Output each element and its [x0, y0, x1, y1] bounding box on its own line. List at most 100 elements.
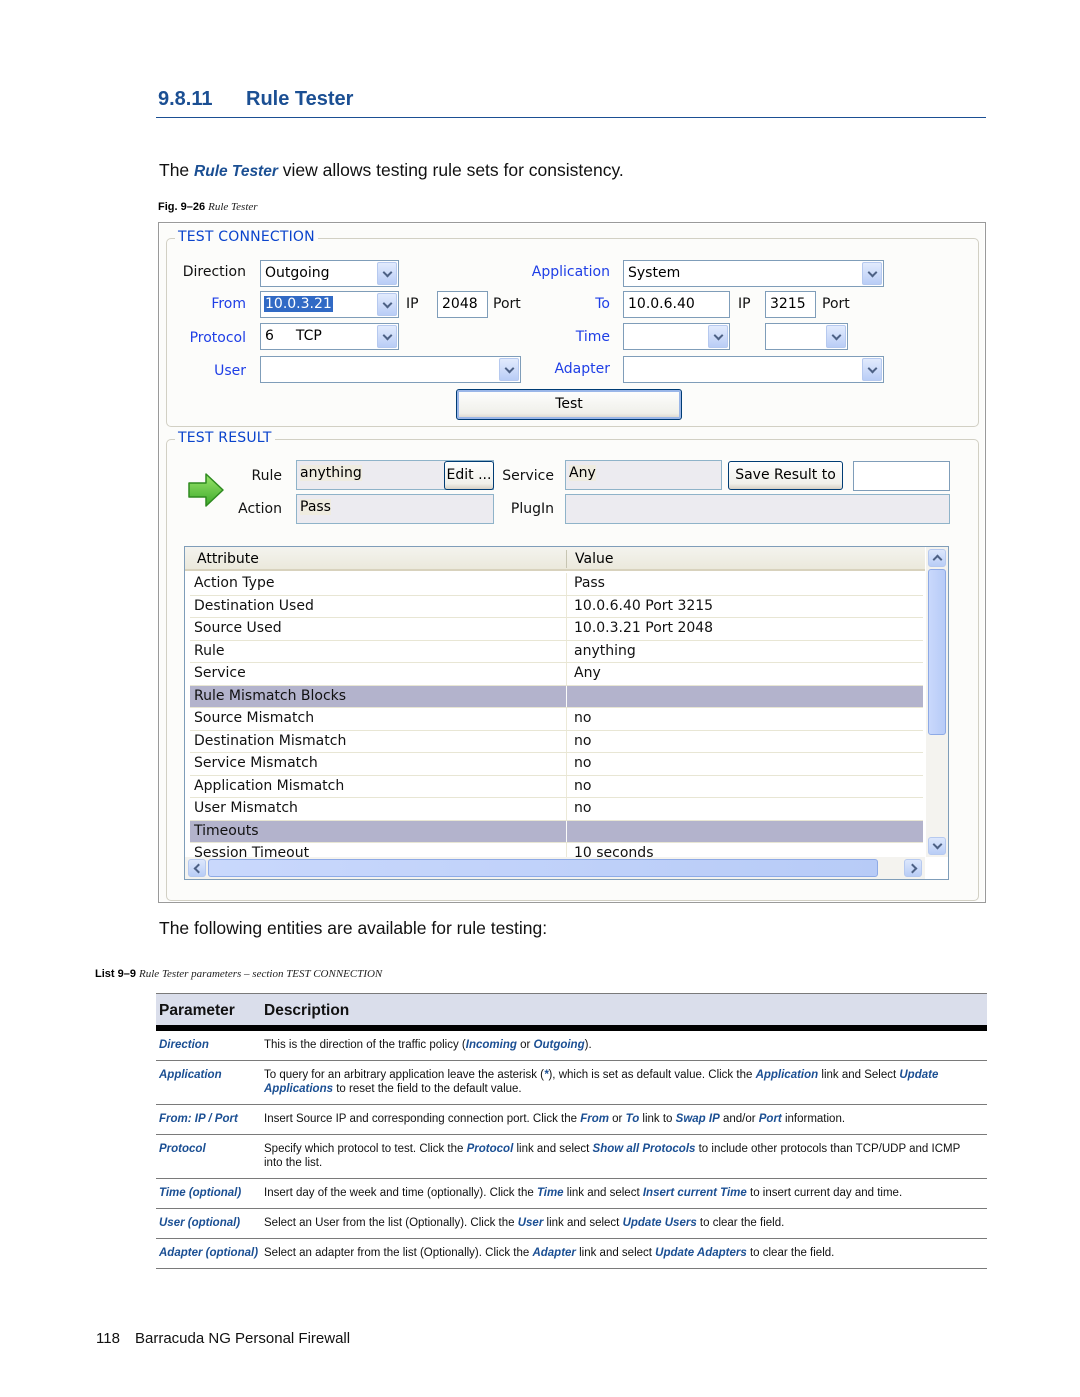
cell-divider [566, 618, 567, 640]
parameter-description: Select an User from the list (Optionally… [264, 1209, 987, 1238]
page-number: 118 [96, 1330, 120, 1347]
user-link[interactable]: User [214, 363, 246, 379]
direction-value: Outgoing [265, 265, 330, 281]
intro-suffix: view allows testing rule sets for consis… [277, 160, 624, 180]
grid-row[interactable]: Source Mismatch no [190, 708, 923, 731]
from-ip-select[interactable]: 10.0.3.21 [260, 291, 399, 318]
chevron-down-icon[interactable] [826, 325, 846, 348]
scroll-down-icon[interactable] [928, 837, 946, 855]
protocol-select[interactable]: 6 TCP [260, 323, 399, 350]
parameter-table: Parameter Description Direction This is t… [156, 993, 987, 1269]
chevron-down-icon[interactable] [499, 358, 519, 381]
attribute-cell: Rule Mismatch Blocks [194, 687, 347, 704]
time-hour-select[interactable] [765, 323, 848, 350]
from-port-label: Port [493, 296, 521, 312]
grid-row[interactable]: User Mismatch no [190, 798, 923, 821]
description-text: to clear the field. [696, 1217, 785, 1229]
grid-header: Attribute Value [185, 547, 925, 571]
description-text: link to [639, 1113, 676, 1125]
vertical-scrollbar[interactable] [926, 547, 948, 857]
value-cell: no [574, 800, 592, 816]
save-result-button[interactable]: Save Result to [728, 461, 843, 490]
grid-row[interactable]: Source Used 10.0.3.21 Port 2048 [190, 618, 923, 641]
adapter-select[interactable] [623, 356, 884, 383]
attribute-cell: Timeouts [194, 822, 259, 839]
service-field: Any [565, 460, 722, 490]
column-header-value[interactable]: Value [575, 551, 613, 567]
parameter-row: Protocol Specify which protocol to test. … [156, 1135, 987, 1179]
scroll-left-icon[interactable] [188, 859, 206, 877]
user-select[interactable] [260, 356, 521, 383]
chevron-down-icon[interactable] [377, 293, 397, 316]
grid-group-row[interactable]: Rule Mismatch Blocks [190, 685, 923, 708]
description-text: link and select [513, 1143, 593, 1155]
parameter-description: Insert Source IP and corresponding conne… [264, 1105, 987, 1134]
grid-row[interactable]: Service Mismatch no [190, 753, 923, 776]
horizontal-scrollbar[interactable] [185, 857, 925, 879]
edit-rule-button[interactable]: Edit ... [444, 461, 494, 490]
description-emphasis: Update Users [622, 1217, 697, 1229]
grid-row[interactable]: Application Mismatch no [190, 775, 923, 798]
scroll-up-icon[interactable] [928, 549, 946, 567]
column-header-attribute[interactable]: Attribute [197, 551, 259, 567]
parameter-name: Time (optional) [159, 1187, 242, 1199]
time-day-select[interactable] [623, 323, 730, 350]
description-emphasis: User [517, 1217, 544, 1229]
adapter-link[interactable]: Adapter [554, 361, 610, 377]
parameter-name: From: IP / Port [159, 1113, 238, 1125]
grid-row[interactable]: Rule anything [190, 640, 923, 663]
chevron-down-icon[interactable] [862, 262, 882, 285]
to-port-input[interactable]: 3215 [765, 291, 816, 318]
from-port-input[interactable]: 2048 [437, 291, 488, 318]
chevron-down-icon[interactable] [862, 358, 882, 381]
heading-divider [156, 117, 986, 118]
description-text: and/or [719, 1113, 759, 1125]
description-text: link and select [563, 1187, 643, 1199]
cell-divider [566, 820, 567, 842]
horizontal-scroll-thumb[interactable] [208, 859, 878, 877]
time-link[interactable]: Time [576, 329, 610, 345]
description-emphasis: Application [755, 1069, 819, 1081]
chevron-down-icon[interactable] [708, 325, 728, 348]
grid-row[interactable]: Destination Used 10.0.6.40 Port 3215 [190, 595, 923, 618]
green-arrow-icon [188, 473, 224, 507]
grid-row[interactable]: Service Any [190, 663, 923, 686]
list-caption: List 9–9 Rule Tester parameters – sectio… [95, 968, 382, 980]
attribute-cell: Service [194, 665, 246, 681]
from-link[interactable]: From [211, 296, 246, 312]
application-value: System [628, 265, 681, 281]
from-ip-value: 10.0.3.21 [264, 296, 333, 312]
column-separator[interactable] [566, 550, 567, 568]
grid-group-row[interactable]: Timeouts [190, 820, 923, 843]
service-value: Any [569, 465, 596, 481]
protocol-link[interactable]: Protocol [190, 330, 246, 346]
description-text: ). [584, 1039, 592, 1051]
cell-divider [566, 775, 567, 797]
parameter-description: This is the direction of the traffic pol… [264, 1031, 987, 1060]
parameter-row: Direction This is the direction of the tr… [156, 1031, 987, 1061]
result-grid: Attribute Value Action Type Pass Destinati… [184, 546, 949, 880]
to-ip-input[interactable]: 10.0.6.40 [623, 291, 730, 318]
grid-row[interactable]: Destination Mismatch no [190, 730, 923, 753]
chevron-down-icon[interactable] [377, 325, 397, 348]
attribute-cell: Service Mismatch [194, 755, 318, 771]
section-heading: 9.8.11 Rule Tester [158, 88, 353, 111]
description-text: link and select [543, 1217, 623, 1229]
grid-row[interactable]: Action Type Pass [190, 573, 923, 596]
value-cell: no [574, 732, 592, 749]
chevron-down-icon[interactable] [377, 262, 397, 285]
test-button[interactable]: Test [456, 389, 682, 420]
save-result-target-input[interactable] [853, 461, 950, 491]
description-emphasis: Adapter [532, 1247, 576, 1259]
cell-divider [566, 663, 567, 685]
application-link[interactable]: Application [532, 264, 610, 280]
attribute-cell: Destination Mismatch [194, 732, 347, 749]
direction-select[interactable]: Outgoing [260, 260, 399, 287]
vertical-scroll-thumb[interactable] [928, 569, 946, 735]
to-link[interactable]: To [595, 296, 610, 312]
application-select[interactable]: System [623, 260, 884, 287]
parameter-description: Insert day of the week and time (optiona… [264, 1179, 987, 1208]
description-emphasis: Update Adapters [655, 1247, 747, 1259]
value-cell: anything [574, 642, 636, 659]
scroll-right-icon[interactable] [904, 859, 922, 877]
